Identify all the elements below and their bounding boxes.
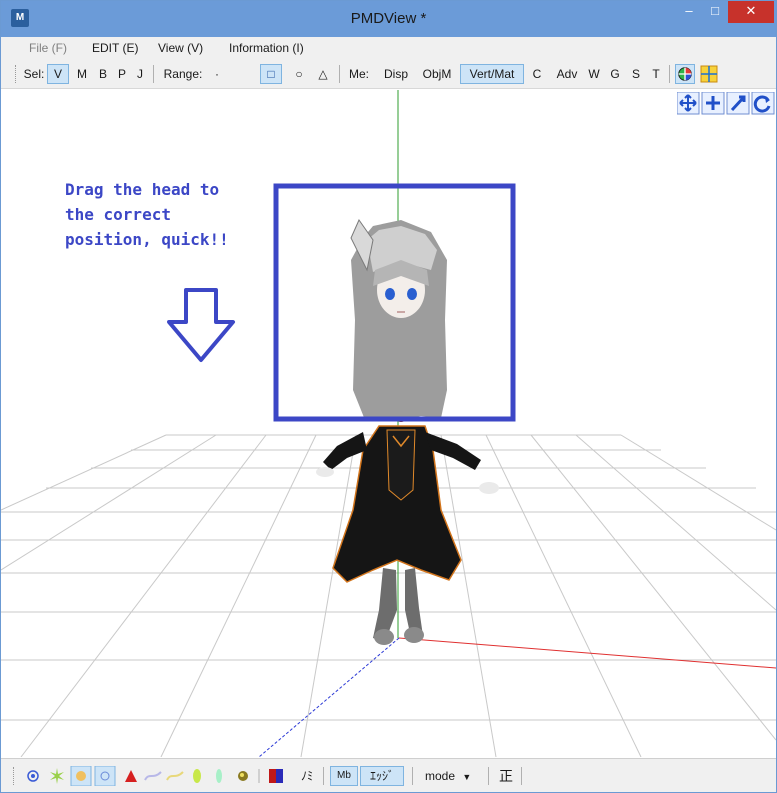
sel-vertex-button[interactable]: V: [47, 64, 69, 84]
triangle-red-icon[interactable]: [125, 770, 137, 782]
toolbar-separator: [488, 767, 489, 785]
move-view-icon[interactable]: [677, 92, 700, 115]
range-triangle-button[interactable]: △: [314, 64, 332, 84]
wire-toggle-icon[interactable]: [70, 766, 92, 786]
me-label: Me:: [348, 67, 369, 81]
range-point-button[interactable]: ·: [209, 64, 225, 84]
ball-icon[interactable]: [238, 771, 248, 781]
color-square-icon[interactable]: [269, 769, 283, 783]
annotation-text: Drag the head to the correct position, q…: [65, 180, 229, 249]
color-wheel-icon[interactable]: [675, 64, 695, 84]
toolbar-separator: [412, 767, 413, 785]
light-green-icon[interactable]: [216, 769, 222, 783]
mode-dropdown[interactable]: mode ▼: [425, 766, 485, 786]
toolbar-separator: [339, 65, 340, 83]
hair-icon[interactable]: [144, 771, 162, 781]
chevron-down-icon: ▼: [462, 772, 472, 782]
toolbar-separator: [153, 65, 154, 83]
point-toggle-icon[interactable]: [94, 766, 116, 786]
g-button[interactable]: G: [607, 64, 623, 84]
sel-p-button[interactable]: P: [114, 64, 130, 84]
down-arrow-icon: [167, 288, 235, 362]
range-rect-button[interactable]: □: [260, 64, 282, 84]
toolbar-separator: [323, 767, 324, 785]
sel-label: Sel:: [23, 67, 45, 81]
z-axis-line: [258, 637, 400, 757]
maximize-button[interactable]: □: [702, 1, 728, 23]
sei-button[interactable]: 正: [496, 766, 516, 786]
title-bar[interactable]: M PMDView * – □ ✕: [1, 1, 776, 37]
menu-view[interactable]: View (V): [158, 41, 203, 55]
vert-mat-button[interactable]: Vert/Mat: [460, 64, 524, 84]
grid-view-icon[interactable]: [699, 64, 719, 84]
character-model[interactable]: [316, 410, 499, 645]
sel-bone-button[interactable]: B: [95, 64, 111, 84]
character-head[interactable]: [350, 218, 447, 420]
mb-toggle[interactable]: Mb: [330, 766, 358, 786]
light-icon[interactable]: [193, 769, 201, 783]
top-toolbar: Sel: V M B P J Range: · □ ○ △ Me: Disp O…: [1, 59, 776, 89]
toolbar-grip[interactable]: [15, 65, 18, 83]
app-window: M PMDView * – □ ✕ File (F) EDIT (E) View…: [0, 0, 777, 793]
adv-button[interactable]: Adv: [553, 64, 581, 84]
bottom-toolbar: ﾉﾐ Mb ｴｯｼﾞ mode ▼ 正: [1, 758, 776, 792]
hair-yellow-icon[interactable]: [166, 771, 184, 781]
objm-button[interactable]: ObjM: [417, 64, 457, 84]
bottom-icon-strip: [27, 766, 222, 786]
x-axis-line: [398, 637, 776, 669]
menu-edit[interactable]: EDIT (E): [92, 41, 138, 55]
target-icon[interactable]: [27, 770, 39, 782]
zoom-view-icon[interactable]: [726, 92, 750, 115]
sel-material-button[interactable]: M: [73, 64, 91, 84]
disp-button[interactable]: Disp: [379, 64, 413, 84]
c-button[interactable]: C: [529, 64, 545, 84]
range-label: Range:: [163, 67, 203, 81]
range-circle-button[interactable]: ○: [290, 64, 308, 84]
t-button[interactable]: T: [648, 64, 664, 84]
w-button[interactable]: W: [585, 64, 603, 84]
spark-icon[interactable]: [50, 768, 64, 784]
rotate-view-icon[interactable]: [751, 92, 775, 115]
mode-label: mode: [425, 769, 456, 783]
menu-information[interactable]: Information (I): [229, 41, 304, 55]
menu-file[interactable]: File (F): [29, 41, 67, 55]
3d-viewport[interactable]: Drag the head to the correct position, q…: [1, 90, 776, 757]
toolbar-separator: [669, 65, 670, 83]
pan-view-icon[interactable]: [701, 92, 725, 115]
minimize-button[interactable]: –: [676, 1, 702, 23]
window-title: PMDView *: [350, 10, 427, 27]
s-button[interactable]: S: [628, 64, 644, 84]
sel-joint-button[interactable]: J: [132, 64, 148, 84]
close-button[interactable]: ✕: [728, 1, 774, 23]
menu-bar: File (F) EDIT (E) View (V) Information (…: [1, 37, 776, 59]
toolbar-separator: [521, 767, 522, 785]
bottom-icon-strip-2: [238, 769, 283, 783]
ni-toggle[interactable]: ﾉﾐ: [295, 766, 319, 786]
edge-toggle[interactable]: ｴｯｼﾞ: [360, 766, 404, 786]
toolbar-grip[interactable]: [13, 767, 16, 785]
